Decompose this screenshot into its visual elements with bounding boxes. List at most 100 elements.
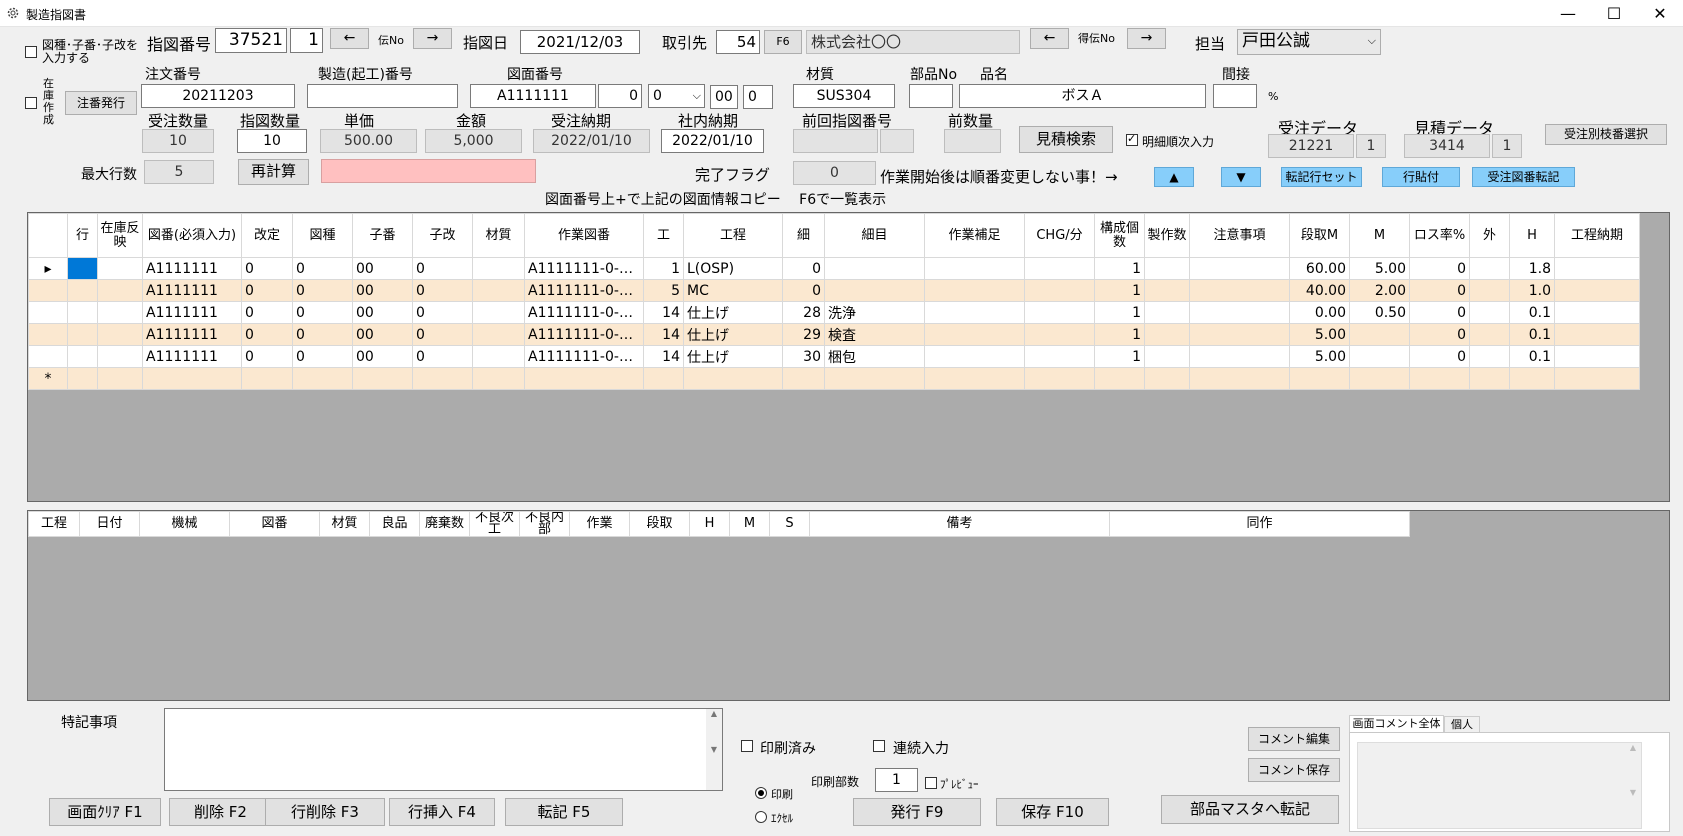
order-drawing-transfer-button[interactable]: 受注図番転記 <box>1472 167 1575 187</box>
drawing-no-field[interactable]: A1111111 <box>470 84 596 108</box>
cell-drawing-type[interactable]: 0 <box>292 323 353 346</box>
notes-textarea[interactable]: ▲ ▼ <box>164 708 723 791</box>
transfer-row-set-button[interactable]: 転記行セット <box>1281 167 1362 187</box>
cell-stock[interactable] <box>97 301 143 324</box>
cell-setup-m[interactable]: 5.00 <box>1289 323 1350 346</box>
header-col-qty-per[interactable]: 構成個数 <box>1094 213 1145 258</box>
new-row-cell[interactable] <box>241 367 293 390</box>
header-col-row[interactable]: 行 <box>67 213 98 258</box>
continuous-checkbox[interactable] <box>873 740 885 752</box>
internal-due-field[interactable]: 2022/01/10 <box>661 129 764 153</box>
mfg-no-field[interactable] <box>307 84 458 108</box>
cell-outsource[interactable] <box>1469 257 1510 280</box>
cell-m[interactable] <box>1349 323 1410 346</box>
cell-drawing-type[interactable]: 0 <box>292 345 353 368</box>
cell-notes[interactable] <box>1189 345 1290 368</box>
date-field[interactable]: 2021/12/03 <box>520 30 640 54</box>
row-selector[interactable] <box>28 279 68 302</box>
header-date[interactable]: 日付 <box>79 511 140 537</box>
new-row-cell[interactable] <box>924 367 1025 390</box>
cell-m[interactable] <box>1349 345 1410 368</box>
cell-h[interactable]: 0.1 <box>1509 301 1555 324</box>
cell-qty-per[interactable]: 1 <box>1094 257 1145 280</box>
cell-outsource[interactable] <box>1469 345 1510 368</box>
indirect-field[interactable] <box>1213 84 1257 108</box>
cell-material[interactable] <box>472 257 525 280</box>
cell-m[interactable]: 5.00 <box>1349 257 1410 280</box>
row-paste-button[interactable]: 行貼付 <box>1382 167 1460 187</box>
cell-make-qty[interactable] <box>1144 323 1190 346</box>
maximize-button[interactable]: ☐ <box>1591 0 1637 27</box>
comment-save-button[interactable]: コメント保存 <box>1248 758 1340 782</box>
cell-process-no[interactable]: 14 <box>643 301 684 324</box>
cell-qty-per[interactable]: 1 <box>1094 345 1145 368</box>
new-row[interactable]: * <box>28 367 1640 390</box>
header-col-process-no[interactable]: 工 <box>643 213 684 258</box>
cell-process-no[interactable]: 14 <box>643 345 684 368</box>
cell-qty-per[interactable]: 1 <box>1094 279 1145 302</box>
result-grid[interactable]: 工程 日付 機械 図番 材質 良品 廃棄数 不良次工 不良内部 作業 段取 H M S 備考 同作 <box>27 510 1670 701</box>
cell-drawing-type[interactable]: 0 <box>292 257 353 280</box>
cell-child-no[interactable]: 00 <box>352 345 413 368</box>
client-code-field[interactable]: 54 <box>716 30 760 54</box>
cell-process[interactable]: 仕上げ <box>683 345 783 368</box>
new-row-cell[interactable] <box>643 367 684 390</box>
cell-detail-no[interactable]: 30 <box>782 345 825 368</box>
tokuden-prev-button[interactable]: ← <box>1030 28 1069 49</box>
material-field[interactable]: SUS304 <box>793 84 895 108</box>
header-setup[interactable]: 段取 <box>629 511 690 537</box>
cell-outsource[interactable] <box>1469 323 1510 346</box>
cell-revision[interactable]: 0 <box>241 279 293 302</box>
new-row-cell[interactable] <box>1554 367 1640 390</box>
new-row-cell[interactable] <box>782 367 825 390</box>
cell-setup-m[interactable]: 40.00 <box>1289 279 1350 302</box>
close-button[interactable]: ✕ <box>1637 0 1683 27</box>
cell-material[interactable] <box>472 323 525 346</box>
header-col-material[interactable]: 材質 <box>472 213 525 258</box>
new-row-cell[interactable] <box>683 367 783 390</box>
header-s[interactable]: S <box>769 511 810 537</box>
header-m[interactable]: M <box>729 511 770 537</box>
cell-row[interactable] <box>67 323 98 346</box>
recalc-button[interactable]: 再計算 <box>238 159 309 185</box>
header-col-stock[interactable]: 在庫反映 <box>97 213 143 258</box>
table-row[interactable]: A1111111 0 0 00 0 A1111111-0-0... 14 仕上げ 28 洗浄 1 0.… <box>28 301 1640 324</box>
new-row-cell[interactable] <box>1289 367 1350 390</box>
cell-stock[interactable] <box>97 279 143 302</box>
header-row-header[interactable] <box>28 213 68 258</box>
cell-m[interactable]: 2.00 <box>1349 279 1410 302</box>
cell-work-drawing[interactable]: A1111111-0-0... <box>524 323 644 346</box>
drawing-sub-field-c[interactable]: 00 <box>710 85 738 109</box>
header-col-detail-no[interactable]: 細 <box>782 213 825 258</box>
cell-row[interactable] <box>67 257 98 280</box>
new-row-cell[interactable] <box>1094 367 1145 390</box>
header-scrap[interactable]: 廃棄数 <box>419 511 470 537</box>
cell-chg[interactable] <box>1024 323 1095 346</box>
cell-loss-rate[interactable]: 0 <box>1409 301 1470 324</box>
cell-stock[interactable] <box>97 257 143 280</box>
cell-material[interactable] <box>472 279 525 302</box>
move-down-button[interactable]: ▼ <box>1221 167 1261 187</box>
header-col-m[interactable]: M <box>1349 213 1410 258</box>
f6-lookup-button[interactable]: F6 <box>764 30 802 54</box>
cell-process-no[interactable]: 1 <box>643 257 684 280</box>
new-row-cell[interactable] <box>1189 367 1290 390</box>
header-col-setup-m[interactable]: 段取M <box>1289 213 1350 258</box>
row-selector[interactable] <box>28 323 68 346</box>
cell-process[interactable]: 仕上げ <box>683 301 783 324</box>
header-col-drawing[interactable]: 図番(必須入力) <box>142 213 242 258</box>
transfer-button[interactable]: 転記 F5 <box>505 798 623 826</box>
header-machine[interactable]: 機械 <box>139 511 230 537</box>
cell-process-due[interactable] <box>1554 345 1640 368</box>
drawing-sub-field-d[interactable]: 0 <box>743 85 773 109</box>
header-col-notes[interactable]: 注意事項 <box>1189 213 1290 258</box>
cell-work-drawing[interactable]: A1111111-0-0... <box>524 279 644 302</box>
cell-work-supplement[interactable] <box>924 301 1025 324</box>
new-row-cell[interactable] <box>412 367 473 390</box>
new-row-cell[interactable] <box>824 367 925 390</box>
move-up-button[interactable]: ▲ <box>1154 167 1194 187</box>
cell-loss-rate[interactable]: 0 <box>1409 279 1470 302</box>
comment-scrollbar[interactable]: ▲ ▼ <box>1625 743 1641 828</box>
next-arrow-button[interactable]: → <box>413 28 452 49</box>
cell-stock[interactable] <box>97 345 143 368</box>
